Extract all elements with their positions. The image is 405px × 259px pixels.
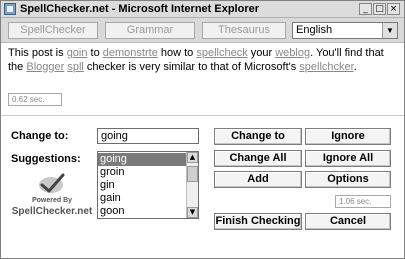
misspelled-word[interactable]: spll [67,61,84,73]
misspelled-word[interactable]: spellcheck [196,47,247,59]
ie-app-icon [4,3,16,15]
tab-thesaurus[interactable]: Thesaurus [202,22,286,39]
post-text-segment: . [353,61,357,73]
change-to-label: Change to: [11,130,69,142]
misspelled-word[interactable]: Blogger [26,61,64,73]
maximize-button[interactable]: □ [373,3,386,15]
chevron-down-icon[interactable]: ▼ [382,23,397,38]
scroll-up-icon[interactable]: ▲ [187,152,198,163]
brand-name: SpellChecker.net [11,206,93,217]
minimize-button[interactable]: _ [359,3,372,15]
suggestion-item[interactable]: gain [98,192,186,205]
suggestion-item[interactable]: going [98,153,186,166]
timing-readout-top: 0.62 sec. [8,93,62,106]
window-title: SpellChecker.net - Microsoft Internet Ex… [20,3,260,15]
add-button[interactable]: Add [214,171,302,188]
suggestion-item[interactable]: groin [98,166,186,179]
close-button[interactable]: × [387,3,400,15]
spellchecker-logo: Powered By SpellChecker.net [11,173,93,221]
post-text-segment: checker is very similar to that of Micro… [83,61,300,73]
change-all-button[interactable]: Change All [214,150,302,167]
suggestions-scrollbar[interactable]: ▲ ▼ [186,152,198,218]
misspelled-word[interactable]: goin [67,47,88,59]
language-select[interactable]: English ▼ [292,22,398,39]
change-to-button[interactable]: Change to [214,128,302,145]
tab-bar: SpellChecker Grammar Thesaurus English ▼ [1,18,404,43]
misspelled-word[interactable]: weblog [275,47,310,59]
misspelled-word[interactable]: demonstrte [103,47,158,59]
title-bar[interactable]: SpellChecker.net - Microsoft Internet Ex… [1,1,404,18]
tab-grammar[interactable]: Grammar [105,22,195,39]
post-text-segment: how to [157,47,197,59]
ignore-all-button[interactable]: Ignore All [305,150,391,167]
post-text-segment: your [247,47,276,59]
suggestion-item[interactable]: gin [98,179,186,192]
change-to-input[interactable]: going [97,128,199,144]
ignore-button[interactable]: Ignore [305,128,391,145]
scroll-down-icon[interactable]: ▼ [187,207,198,218]
powered-by-text: Powered By [31,197,73,204]
timing-readout-bottom: 1.06 sec. [335,195,391,208]
finish-checking-button[interactable]: Finish Checking [214,213,302,230]
options-button[interactable]: Options [305,171,391,188]
post-text-segment: This post is [8,47,67,59]
language-value: English [296,24,333,36]
cancel-button[interactable]: Cancel [305,213,391,230]
suggestions-list[interactable]: going groin gin gain goon ▲ ▼ [97,151,199,219]
suggestions-label: Suggestions: [11,153,81,165]
misspelled-word[interactable]: spellchcker [299,61,353,73]
post-text-segment: to [87,47,103,59]
post-text: This post is goin to demonstrte how to s… [8,46,400,74]
browser-window: SpellChecker.net - Microsoft Internet Ex… [0,0,405,259]
tab-spellchecker[interactable]: SpellChecker [8,22,98,39]
checkmark-logo-icon [39,173,65,193]
suggestion-item[interactable]: goon [98,205,186,218]
scrollbar-thumb[interactable] [187,166,198,182]
